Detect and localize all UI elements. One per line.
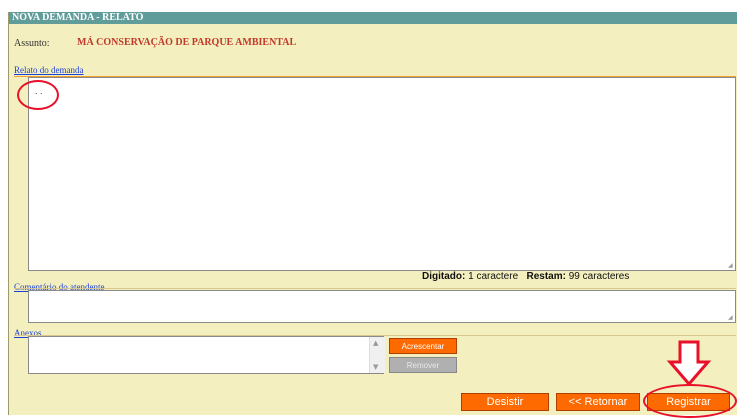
assunto-value: MÁ CONSERVAÇÃO DE PARQUE AMBIENTAL <box>77 37 297 48</box>
comentario-divider <box>14 288 736 289</box>
assunto-label: Assunto: <box>14 38 50 49</box>
window-title: NOVA DEMANDA - RELATO <box>9 12 737 24</box>
form-panel: NOVA DEMANDA - RELATO Assunto: MÁ CONSER… <box>8 12 737 415</box>
scroll-down-icon[interactable]: ▼ <box>373 363 378 371</box>
anexos-list[interactable]: ▲ ▼ <box>28 336 385 374</box>
resize-grip-icon[interactable]: ◢ <box>728 263 734 269</box>
retornar-button[interactable]: << Retornar <box>556 393 640 411</box>
remaining-value: 99 caracteres <box>568 271 630 282</box>
annotation-circle <box>643 384 737 418</box>
comentario-textarea[interactable]: ◢ <box>28 290 736 323</box>
character-counter: Digitado: 1 caractere Restam: 99 caracte… <box>422 271 629 282</box>
annotation-arrow-icon <box>666 340 712 386</box>
relato-label: Relato do demanda <box>14 65 84 75</box>
acrescentar-button[interactable]: Acrescentar <box>389 338 457 354</box>
relato-textarea[interactable]: . . ◢ <box>28 77 736 271</box>
desistir-button[interactable]: Desistir <box>461 393 549 411</box>
scroll-up-icon[interactable]: ▲ <box>373 339 378 347</box>
remover-button[interactable]: Remover <box>389 357 457 373</box>
anexos-scrollbar[interactable]: ▲ ▼ <box>369 337 385 373</box>
typed-label: Digitado: <box>422 271 466 282</box>
resize-grip-icon[interactable]: ◢ <box>728 315 734 321</box>
typed-value: 1 caractere <box>468 271 519 282</box>
remaining-label: Restam: <box>526 271 566 282</box>
annotation-circle <box>17 80 59 110</box>
